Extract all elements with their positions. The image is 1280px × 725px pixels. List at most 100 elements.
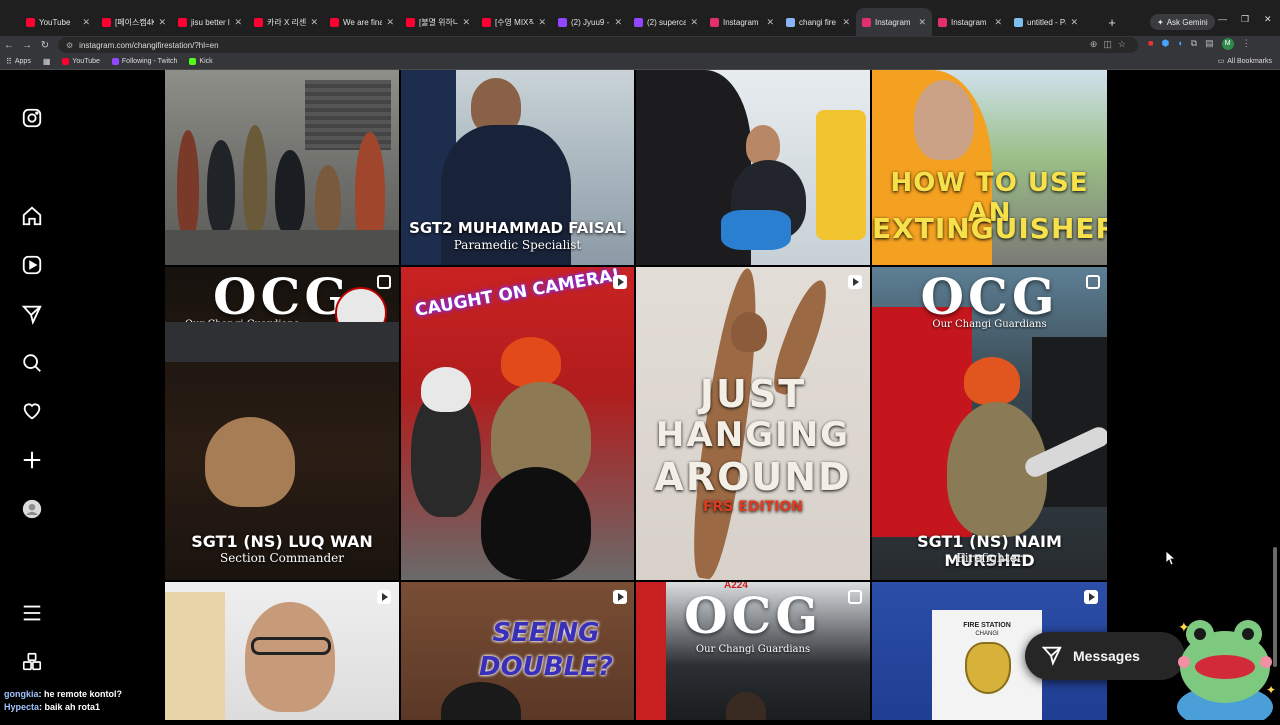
browser-tab[interactable]: Instagram ✕ xyxy=(932,8,1008,36)
messages-button[interactable]: Messages xyxy=(1025,632,1185,680)
tab-close-icon[interactable]: ✕ xyxy=(310,17,318,28)
tab-close-icon[interactable]: ✕ xyxy=(462,17,470,28)
browser-tab[interactable]: Instagram ✕ xyxy=(704,8,780,36)
reload-icon[interactable]: ↻ xyxy=(36,40,54,51)
browser-tab[interactable]: (2) supercatkei✕ xyxy=(628,8,704,36)
browser-tab[interactable]: changi fire stati ✕ xyxy=(780,8,856,36)
tab-title: Instagram xyxy=(951,17,987,27)
tab-title: [불멸 위하나7] xyxy=(419,17,459,27)
browser-tab[interactable]: YouTube ✕ xyxy=(20,8,96,36)
tab-close-icon[interactable]: ✕ xyxy=(1070,17,1078,28)
browser-tab[interactable]: untitled - Paint ✕ xyxy=(1008,8,1084,36)
carousel-badge-icon xyxy=(848,590,862,604)
profile-avatar-icon[interactable] xyxy=(21,498,43,520)
page-scrollbar[interactable] xyxy=(1272,72,1278,720)
tab-title: jisu better late xyxy=(191,17,230,27)
tab-title: changi fire stati xyxy=(799,17,838,27)
sign-title: FIRE STATION xyxy=(963,622,1011,629)
tab-title: [페이스캠4K] 비 xyxy=(115,17,155,27)
menu-icon[interactable] xyxy=(21,602,43,624)
tab-close-icon[interactable]: ✕ xyxy=(82,17,90,28)
tab-close-icon[interactable]: ✕ xyxy=(234,17,242,28)
post-tile-10[interactable]: SEEING DOUBLE? xyxy=(401,582,634,720)
tab-close-icon[interactable]: ✕ xyxy=(994,17,1002,28)
minimize-icon[interactable]: — xyxy=(1218,14,1227,24)
browser-tab[interactable]: (2) Jyuu9 - Twit ✕ xyxy=(552,8,628,36)
extension-red-icon[interactable]: ■ xyxy=(1148,38,1153,50)
post-tile-6[interactable]: CAUGHT ON CAMERA! xyxy=(401,267,634,580)
search-icon[interactable] xyxy=(21,352,43,374)
post-tile-7[interactable]: JUST HANGING AROUND FRS EDITION xyxy=(636,267,870,580)
reels-icon[interactable] xyxy=(21,254,43,276)
instagram-logo-icon[interactable] xyxy=(21,107,43,129)
tab-close-icon[interactable]: ✕ xyxy=(690,17,698,28)
tab-title: Instagram xyxy=(875,17,911,27)
all-bookmarks[interactable]: ▭ All Bookmarks xyxy=(1218,57,1272,66)
post-tile-4[interactable]: HOW TO USE AN EXTINGUISHER xyxy=(872,70,1107,265)
bookmark-twitch[interactable]: Following - Twitch xyxy=(111,58,177,65)
forward-icon[interactable]: → xyxy=(18,40,36,51)
close-window-icon[interactable]: ✕ xyxy=(1264,14,1272,25)
post-caption: SEEING xyxy=(492,618,600,648)
browser-tab[interactable]: [불멸 위하나7]✕ xyxy=(400,8,476,36)
apps-icon[interactable] xyxy=(21,651,43,673)
post-tile-5[interactable]: OCG Our Changi Guardians SGT1 (NS) LUQ W… xyxy=(165,267,399,580)
browser-tab[interactable]: [페이스캠4K] 비✕ xyxy=(96,8,172,36)
hand-with-nozzle xyxy=(205,417,295,507)
browser-tab-strip: YouTube✕[페이스캠4K] 비✕jisu better late✕카라 X… xyxy=(0,0,1280,36)
bookmark-kick[interactable]: Kick xyxy=(189,58,213,65)
back-icon[interactable]: ← xyxy=(0,40,18,51)
tab-close-icon[interactable]: ✕ xyxy=(386,17,394,28)
kick-icon xyxy=(189,58,197,65)
tab-close-icon[interactable]: ✕ xyxy=(766,17,774,28)
tab-close-icon[interactable]: ✕ xyxy=(614,17,622,28)
bookmark-apps[interactable]: ⠿ Apps xyxy=(6,57,31,66)
browser-tab[interactable]: jisu better late ✕ xyxy=(172,8,248,36)
browser-tab[interactable]: Instagram ✕ xyxy=(856,8,932,36)
browser-tab[interactable]: 카라 X 리센느✕ xyxy=(248,8,324,36)
scrollbar-thumb[interactable] xyxy=(1273,547,1277,667)
sidepanel-icon[interactable]: ▤ xyxy=(1205,38,1214,50)
extension-translate-icon[interactable]: ⬢ xyxy=(1161,38,1169,50)
extensions-area: ■ ⬢ ◖ ⧉ ▤ M ⋮ xyxy=(1148,38,1251,50)
extensions-puzzle-icon[interactable]: ⧉ xyxy=(1191,38,1197,50)
post-tile-2[interactable]: SGT2 MUHAMMAD FAISAL Paramedic Specialis… xyxy=(401,70,634,265)
post-tile-9[interactable] xyxy=(165,582,399,720)
new-tab-button[interactable]: + xyxy=(1102,8,1122,36)
tab-close-icon[interactable]: ✕ xyxy=(158,17,166,28)
reel-badge-icon xyxy=(613,275,627,289)
browser-menu-icon[interactable]: ⋮ xyxy=(1242,38,1251,50)
tab-title: [수영 MIX직캠] xyxy=(495,17,535,27)
tab-favicon-icon xyxy=(558,17,567,27)
post-subcaption: Paramedic Specialist xyxy=(453,238,582,252)
post-tile-8[interactable]: OCG Our Changi Guardians SGT1 (NS) NAIM … xyxy=(872,267,1107,580)
firefighter-figure xyxy=(243,125,267,235)
tab-favicon-icon xyxy=(710,17,719,27)
omnibox-actions-icon[interactable]: ⊕◫☆ xyxy=(1090,39,1132,50)
tab-close-icon[interactable]: ✕ xyxy=(538,17,546,28)
create-icon[interactable] xyxy=(21,449,43,471)
home-icon[interactable] xyxy=(21,205,43,227)
ask-gemini-button[interactable]: ✦ Ask Gemini xyxy=(1150,14,1215,30)
person-head xyxy=(731,312,767,352)
restore-icon[interactable]: ❐ xyxy=(1241,14,1249,25)
tab-favicon-icon xyxy=(178,17,187,27)
browser-tab[interactable]: [수영 MIX직캠]✕ xyxy=(476,8,552,36)
profile-avatar[interactable]: M xyxy=(1221,38,1234,50)
tab-group-icon[interactable]: ▦ xyxy=(43,57,51,66)
send-icon[interactable] xyxy=(21,303,43,325)
address-bar[interactable]: ⚙ instagram.com/changifirestation/?hl=en… xyxy=(58,37,1138,53)
post-caption-2: DOUBLE? xyxy=(478,652,614,682)
post-tile-1[interactable] xyxy=(165,70,399,265)
heart-icon[interactable] xyxy=(21,400,43,422)
tab-close-icon[interactable]: ✕ xyxy=(842,17,850,28)
browser-tab[interactable]: We are finally✕ xyxy=(324,8,400,36)
post-tile-11[interactable]: A224 OCG Our Changi Guardians xyxy=(636,582,870,720)
site-info-icon[interactable]: ⚙ xyxy=(66,41,73,50)
tab-close-icon[interactable]: ✕ xyxy=(918,17,926,28)
carousel-badge-icon xyxy=(377,275,391,289)
firefighter-figure xyxy=(315,165,341,235)
bookmark-youtube[interactable]: YouTube xyxy=(62,58,100,65)
post-tile-3[interactable] xyxy=(636,70,870,265)
extension-audio-icon[interactable]: ◖ xyxy=(1177,38,1182,50)
